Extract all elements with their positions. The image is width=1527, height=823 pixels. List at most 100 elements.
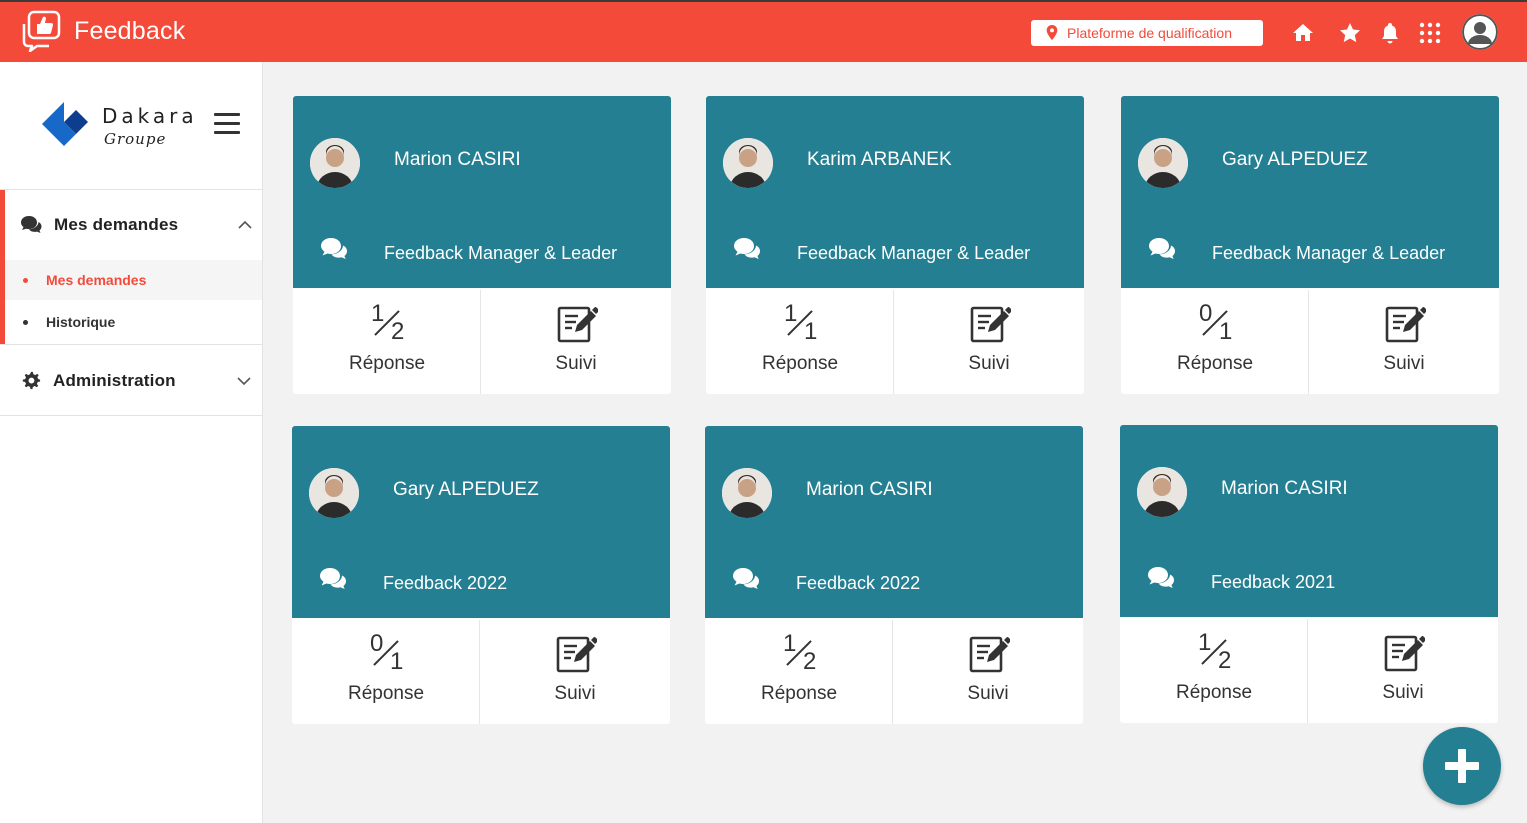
card-header[interactable]: Gary ALPEDUEZ Feedback 2022 (292, 426, 670, 618)
thumbs-up-chat-icon (22, 10, 61, 52)
person-avatar (309, 468, 359, 518)
home-icon[interactable] (1290, 20, 1316, 46)
nav-head-administration[interactable]: Administration (0, 346, 262, 416)
response-button[interactable]: 0 1 Réponse (1121, 290, 1309, 394)
response-button[interactable]: 1 2 Réponse (705, 620, 893, 724)
person-avatar (723, 138, 773, 188)
follow-label: Suivi (967, 683, 1009, 704)
request-card: Gary ALPEDUEZ Feedback Manager & Leader … (1121, 96, 1499, 394)
card-header[interactable]: Marion CASIRI Feedback 2022 (705, 426, 1083, 618)
person-avatar (1137, 467, 1187, 517)
card-actions: 1 1 Réponse Suivi (706, 290, 1084, 394)
follow-label: Suivi (554, 683, 596, 704)
response-button[interactable]: 1 1 Réponse (706, 290, 894, 394)
card-actions: 0 1 Réponse Suivi (292, 620, 670, 724)
request-card: Marion CASIRI Feedback 2021 1 2 Réponse (1120, 425, 1498, 723)
user-avatar[interactable] (1462, 14, 1498, 50)
card-header[interactable]: Marion CASIRI Feedback Manager & Leader (293, 96, 671, 288)
form-title: Feedback 2022 (383, 573, 508, 593)
response-count: 1 2 (369, 298, 409, 346)
divider (0, 415, 262, 416)
add-request-button[interactable] (1423, 727, 1501, 805)
person-name: Karim ARBANEK (807, 149, 952, 170)
menu-toggle-icon[interactable] (214, 113, 240, 135)
card-header[interactable]: Marion CASIRI Feedback 2021 (1120, 425, 1498, 617)
chevron-up-icon[interactable] (237, 220, 253, 230)
sidebar: Dakara Groupe Mes demandes Mes demandes … (0, 62, 263, 823)
apps-grid-icon[interactable] (1417, 20, 1443, 46)
person-avatar (1138, 138, 1188, 188)
bell-icon[interactable] (1377, 20, 1403, 46)
follow-button[interactable]: Suivi (895, 290, 1083, 394)
chevron-down-icon[interactable] (236, 376, 252, 386)
edit-note-icon (556, 636, 597, 673)
follow-button[interactable]: Suivi (1309, 619, 1497, 723)
answered-count: 1 (371, 300, 385, 327)
form-title: Feedback 2021 (1211, 572, 1336, 592)
request-card: Marion CASIRI Feedback Manager & Leader … (293, 96, 671, 394)
person-name: Gary ALPEDUEZ (1222, 149, 1368, 170)
app-brand[interactable]: Feedback (20, 10, 185, 52)
sidebar-item-mes-demandes[interactable]: Mes demandes (5, 260, 262, 300)
edit-note-icon (1385, 306, 1426, 343)
answered-count: 0 (370, 630, 384, 657)
divider (0, 344, 262, 345)
response-label: Réponse (1175, 682, 1253, 703)
chat-bubbles-icon (321, 238, 347, 259)
plus-icon (1458, 749, 1466, 783)
response-button[interactable]: 0 1 Réponse (292, 620, 480, 724)
form-title: Feedback 2022 (796, 573, 921, 593)
response-count: 0 1 (368, 628, 408, 676)
location-pin-icon (1046, 25, 1058, 41)
total-count: 1 (804, 318, 818, 345)
sidebar-item-historique[interactable]: Historique (5, 302, 262, 342)
answered-count: 1 (783, 630, 797, 657)
follow-button[interactable]: Suivi (894, 620, 1082, 724)
gear-icon (22, 371, 41, 390)
response-button[interactable]: 1 2 Réponse (1120, 619, 1308, 723)
response-label: Réponse (348, 353, 426, 374)
person-name: Marion CASIRI (394, 149, 521, 170)
nav-head-mes-demandes[interactable]: Mes demandes (5, 190, 267, 260)
star-icon[interactable] (1337, 20, 1363, 46)
follow-button[interactable]: Suivi (481, 620, 669, 724)
answered-count: 1 (784, 300, 798, 327)
top-bar: Feedback Plateforme de qualification (0, 0, 1527, 62)
card-actions: 1 2 Réponse Suivi (705, 620, 1083, 724)
form-title: Feedback Manager & Leader (797, 243, 1031, 263)
follow-label: Suivi (1382, 682, 1424, 703)
platform-label: Plateforme de qualification (1067, 25, 1232, 41)
total-count: 2 (803, 648, 817, 675)
response-count: 1 2 (1196, 627, 1236, 675)
app-title: Feedback (74, 16, 186, 45)
request-card: Karim ARBANEK Feedback Manager & Leader … (706, 96, 1084, 394)
chat-bubbles-icon (320, 568, 346, 589)
response-count: 0 1 (1197, 298, 1237, 346)
follow-button[interactable]: Suivi (482, 290, 670, 394)
card-actions: 0 1 Réponse Suivi (1121, 290, 1499, 394)
answered-count: 0 (1199, 300, 1213, 327)
follow-button[interactable]: Suivi (1310, 290, 1498, 394)
edit-note-icon (969, 636, 1010, 673)
request-card: Gary ALPEDUEZ Feedback 2022 0 1 Réponse (292, 426, 670, 724)
platform-badge[interactable]: Plateforme de qualification (1031, 20, 1263, 46)
follow-label: Suivi (1383, 353, 1425, 374)
form-title: Feedback Manager & Leader (1212, 243, 1446, 263)
nav-label-mes-demandes: Mes demandes (54, 215, 179, 234)
chat-bubbles-icon (1149, 238, 1175, 259)
response-button[interactable]: 1 2 Réponse (293, 290, 481, 394)
person-name: Marion CASIRI (1221, 478, 1348, 499)
total-count: 2 (391, 318, 405, 345)
bullet (23, 277, 28, 283)
logo-name: Dakara (102, 104, 198, 128)
chat-bubbles-icon (21, 216, 42, 233)
chat-bubbles-icon (733, 568, 759, 589)
person-name: Marion CASIRI (806, 479, 933, 500)
card-header[interactable]: Karim ARBANEK Feedback Manager & Leader (706, 96, 1084, 288)
card-actions: 1 2 Réponse Suivi (293, 290, 671, 394)
follow-label: Suivi (555, 353, 597, 374)
total-count: 1 (1219, 318, 1233, 345)
logo-tagline: Groupe (104, 130, 167, 148)
chat-bubbles-icon (734, 238, 760, 259)
card-header[interactable]: Gary ALPEDUEZ Feedback Manager & Leader (1121, 96, 1499, 288)
